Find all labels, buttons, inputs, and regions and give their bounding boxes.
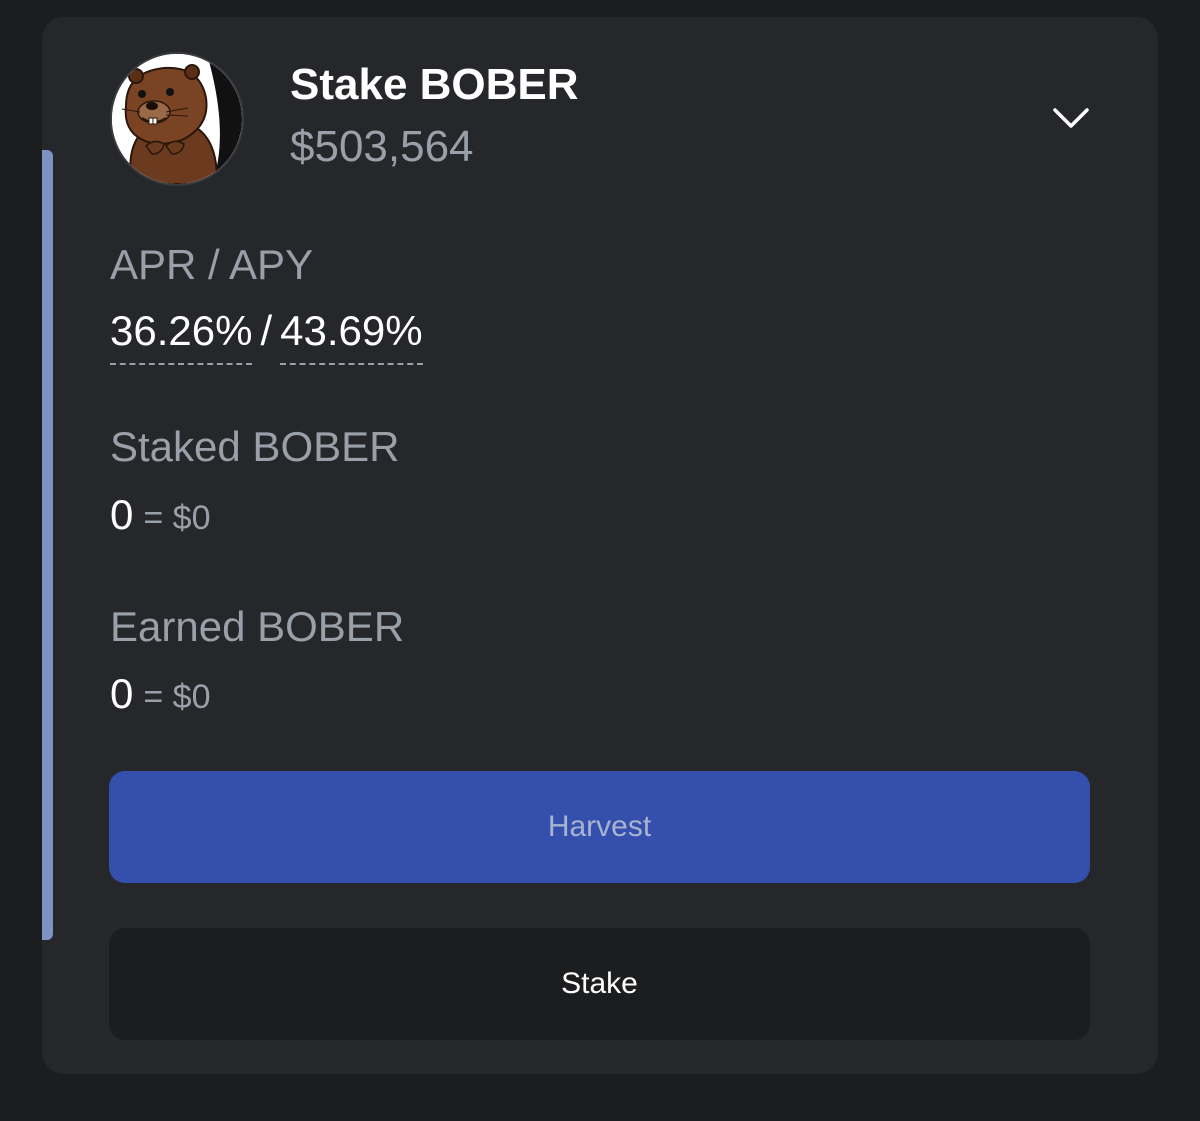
staked-usd: = $0 [143, 499, 211, 537]
pool-title: Stake BOBER [290, 60, 579, 109]
apy-value[interactable]: 43.69% [280, 305, 423, 365]
staked-value: 0 = $0 [110, 492, 210, 548]
earned-usd: = $0 [143, 678, 211, 716]
chevron-down-icon [1053, 108, 1089, 128]
rate-separator: / [260, 307, 273, 354]
pool-tvl: $503,564 [290, 122, 474, 171]
earned-value: 0 = $0 [110, 671, 210, 727]
apr-value[interactable]: 36.26% [110, 305, 253, 365]
token-avatar [110, 52, 244, 186]
stake-button[interactable]: Stake [109, 928, 1090, 1040]
harvest-button[interactable]: Harvest [109, 771, 1090, 883]
earned-amount: 0 [110, 670, 134, 717]
card-accent-bar [42, 150, 53, 940]
staked-amount: 0 [110, 491, 134, 538]
beaver-icon [112, 54, 242, 184]
earned-label: Earned BOBER [110, 603, 405, 650]
staked-label: Staked BOBER [110, 423, 400, 470]
apr-apy-values: 36.26%/43.69% [110, 305, 423, 365]
expand-toggle[interactable] [1052, 104, 1090, 134]
apr-apy-label: APR / APY [110, 241, 314, 288]
